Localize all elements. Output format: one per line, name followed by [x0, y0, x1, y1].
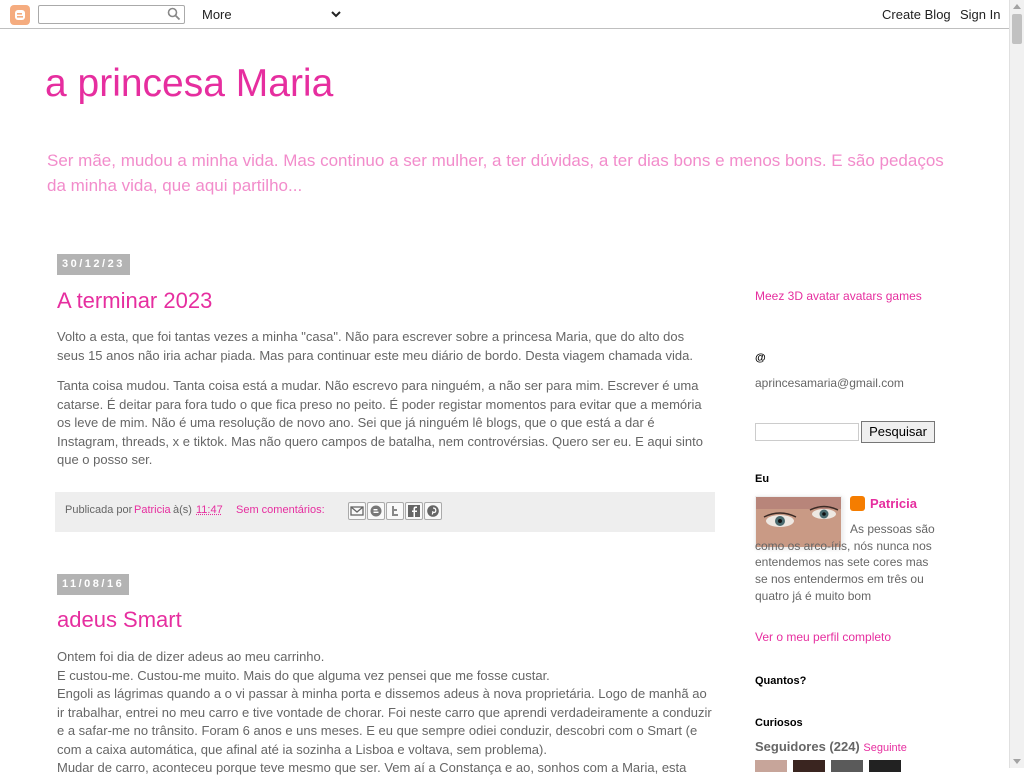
post-footer: Publicada por Patricia à(s) 11:47 Sem co… [55, 492, 715, 532]
search-icon[interactable] [167, 7, 181, 21]
followers-label: Seguidores (224) [755, 739, 860, 754]
view-full-profile-link[interactable]: Ver o meu perfil completo [755, 630, 891, 644]
post-comments-link[interactable]: Sem comentários: [236, 504, 325, 516]
post-line: Mudar de carro, aconteceu porque teve me… [57, 759, 715, 778]
follower-avatar[interactable] [755, 760, 787, 772]
search-button[interactable]: Pesquisar [861, 421, 935, 443]
post-date-header: 11/08/16 [57, 574, 129, 595]
email-share-icon[interactable] [348, 502, 366, 520]
followers-count: Seguidores (224) Seguinte [755, 739, 907, 754]
blog-description: Ser mãe, mudou a minha vida. Mas continu… [47, 148, 947, 198]
post-title[interactable]: A terminar 2023 [57, 288, 212, 314]
follower-avatar[interactable] [869, 760, 901, 772]
blogger-logo-icon[interactable] [10, 5, 30, 25]
follow-link[interactable]: Seguinte [863, 742, 906, 754]
twitter-share-icon[interactable] [386, 502, 404, 520]
profile-name-link[interactable]: Patricia [870, 496, 917, 511]
post-author-link[interactable]: Patricia [134, 504, 171, 516]
published-by-label: Publicada por [65, 504, 132, 516]
post-time-link[interactable]: 11:47 [196, 504, 223, 516]
more-dropdown[interactable]: More [202, 7, 232, 22]
chevron-down-icon[interactable] [330, 8, 342, 20]
sidebar-search-input[interactable] [755, 423, 859, 441]
sign-in-link[interactable]: Sign In [960, 7, 1000, 22]
avatar-image-alt-link[interactable]: Meez 3D avatar avatars games [755, 288, 935, 305]
post-paragraph: Volto a esta, que foi tantas vezes a min… [57, 328, 715, 365]
pinterest-share-icon[interactable] [424, 502, 442, 520]
blogger-navbar: More Create Blog Sign In [0, 0, 1009, 29]
page-scrollbar[interactable] [1009, 0, 1024, 768]
blog-title[interactable]: a princesa Maria [45, 62, 333, 106]
post-body: Ontem foi dia de dizer adeus ao meu carr… [57, 648, 715, 778]
email-text: aprincesamaria@gmail.com [755, 376, 904, 390]
post-line: Ontem foi dia de dizer adeus ao meu carr… [57, 648, 715, 667]
followers-widget-heading: Curiosos [755, 717, 803, 729]
facebook-share-icon[interactable] [405, 502, 423, 520]
blogger-profile-icon [850, 496, 865, 511]
scroll-down-arrow-icon[interactable] [1013, 759, 1021, 764]
profile-about-body: As pessoas são como os arco-íris, nós nu… [755, 521, 935, 605]
follower-avatar[interactable] [831, 760, 863, 772]
profile-about-text: As pessoas são como os arco-íris, nós nu… [755, 521, 935, 605]
follower-avatar[interactable] [793, 760, 825, 772]
post-date-header: 30/12/23 [57, 254, 130, 275]
post-line: Engoli as lágrimas quando a o vi passar … [57, 685, 715, 759]
navbar-search-input[interactable] [38, 5, 185, 24]
counter-widget-heading: Quantos? [755, 675, 806, 687]
blogthis-share-icon[interactable] [367, 502, 385, 520]
email-widget-heading: @ [755, 352, 766, 364]
post-title[interactable]: adeus Smart [57, 607, 182, 633]
scroll-thumb[interactable] [1012, 14, 1022, 44]
scroll-up-arrow-icon[interactable] [1013, 4, 1021, 9]
post-at-label: à(s) [173, 504, 192, 516]
post-line: E custou-me. Custou-me muito. Mais do qu… [57, 667, 715, 686]
post-paragraph: Tanta coisa mudou. Tanta coisa está a mu… [57, 377, 715, 470]
post-body: Volto a esta, que foi tantas vezes a min… [57, 328, 715, 482]
create-blog-link[interactable]: Create Blog [882, 7, 951, 22]
profile-widget-heading: Eu [755, 473, 769, 485]
